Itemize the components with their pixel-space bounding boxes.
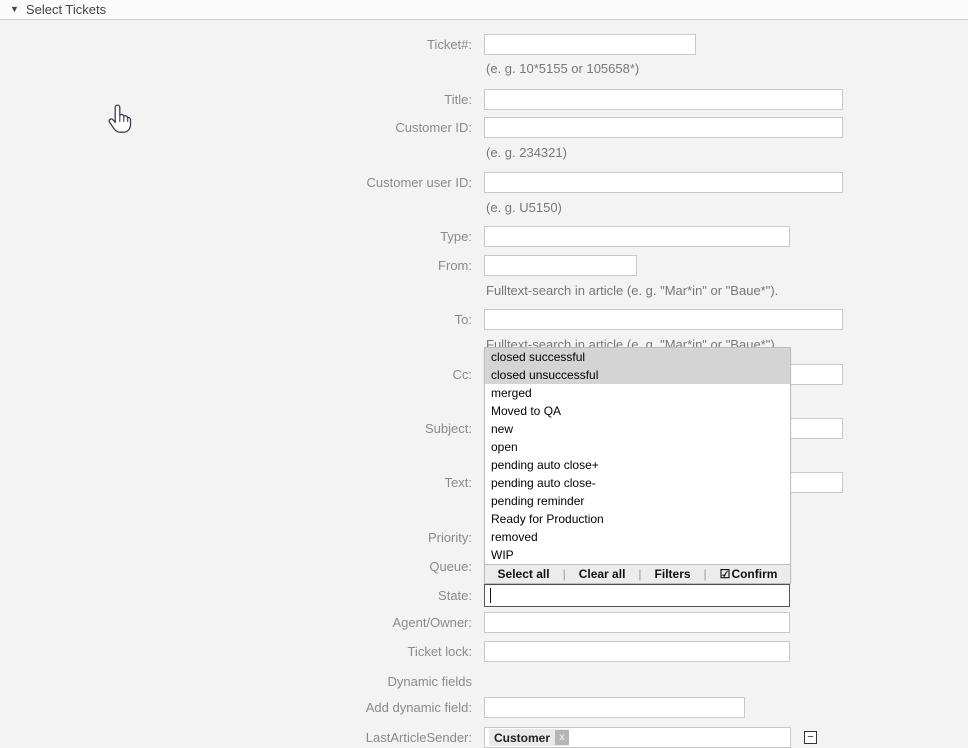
dropdown-footer: Select all | Clear all | Filters | ☑Conf…: [485, 564, 790, 583]
state-option[interactable]: pending auto close+: [485, 456, 790, 474]
collapse-triangle-icon: ▼: [10, 5, 19, 14]
agent-owner-input[interactable]: [484, 612, 790, 633]
queue-label: Queue:: [0, 556, 472, 577]
state-option[interactable]: Ready for Production: [485, 510, 790, 528]
remove-dynamic-field-button[interactable]: −: [804, 731, 817, 744]
from-hint: Fulltext-search in article (e. g. "Mar*i…: [486, 283, 778, 298]
tag-label: Customer: [494, 731, 550, 745]
customer-id-input[interactable]: [484, 117, 843, 138]
agent-owner-label: Agent/Owner:: [0, 612, 472, 633]
customer-user-id-label: Customer user ID:: [0, 172, 472, 193]
state-label: State:: [0, 585, 472, 606]
state-option[interactable]: open: [485, 438, 790, 456]
ticket-lock-label: Ticket lock:: [0, 641, 472, 662]
ticket-number-input[interactable]: [484, 34, 696, 55]
filters-button[interactable]: Filters: [655, 567, 691, 581]
add-dynamic-field-input[interactable]: [484, 697, 745, 718]
title-label: Title:: [0, 89, 472, 110]
title-input[interactable]: [484, 89, 843, 110]
cc-label: Cc:: [0, 364, 472, 385]
confirm-button[interactable]: ☑Confirm: [720, 567, 778, 581]
footer-separator: |: [704, 567, 707, 581]
ticket-number-hint: (e. g. 10*5155 or 105658*): [486, 61, 639, 76]
dynamic-fields-label: Dynamic fields: [0, 671, 472, 692]
checkbox-checked-icon: ☑: [720, 567, 731, 581]
state-option[interactable]: pending auto close-: [485, 474, 790, 492]
to-input[interactable]: [484, 309, 843, 330]
from-input[interactable]: [484, 255, 637, 276]
state-option-list: closed successful closed unsuccessful me…: [485, 348, 790, 564]
clear-all-button[interactable]: Clear all: [579, 567, 626, 581]
state-option[interactable]: merged: [485, 384, 790, 402]
state-option[interactable]: closed unsuccessful: [485, 366, 790, 384]
state-input[interactable]: [484, 584, 790, 607]
state-option[interactable]: WIP: [485, 546, 790, 564]
ticket-search-panel: ▼ Select Tickets Ticket#: (e. g. 10*5155…: [0, 0, 968, 748]
customer-user-id-hint: (e. g. U5150): [486, 200, 562, 215]
customer-id-label: Customer ID:: [0, 117, 472, 138]
ticket-number-label: Ticket#:: [0, 34, 472, 55]
selected-value-tag: Customer x: [489, 729, 569, 746]
to-label: To:: [0, 309, 472, 330]
widget-title: Select Tickets: [26, 2, 106, 17]
text-label: Text:: [0, 472, 472, 493]
from-label: From:: [0, 255, 472, 276]
select-tickets-header[interactable]: ▼ Select Tickets: [0, 0, 968, 20]
state-option[interactable]: new: [485, 420, 790, 438]
type-label: Type:: [0, 226, 472, 247]
state-option[interactable]: removed: [485, 528, 790, 546]
state-option[interactable]: pending reminder: [485, 492, 790, 510]
priority-label: Priority:: [0, 527, 472, 548]
select-all-button[interactable]: Select all: [498, 567, 550, 581]
customer-id-hint: (e. g. 234321): [486, 145, 567, 160]
text-caret: [490, 588, 491, 603]
remove-tag-button[interactable]: x: [555, 730, 569, 745]
footer-separator: |: [638, 567, 641, 581]
add-dynamic-field-label: Add dynamic field:: [0, 697, 472, 718]
ticket-lock-input[interactable]: [484, 641, 790, 662]
subject-label: Subject:: [0, 418, 472, 439]
state-option[interactable]: closed successful: [485, 348, 790, 366]
state-dropdown: closed successful closed unsuccessful me…: [484, 347, 791, 584]
customer-user-id-input[interactable]: [484, 172, 843, 193]
type-input[interactable]: [484, 226, 790, 247]
last-article-sender-label: LastArticleSender:: [0, 727, 472, 748]
state-option[interactable]: Moved to QA: [485, 402, 790, 420]
last-article-sender-field[interactable]: Customer x: [484, 727, 791, 748]
footer-separator: |: [563, 567, 566, 581]
